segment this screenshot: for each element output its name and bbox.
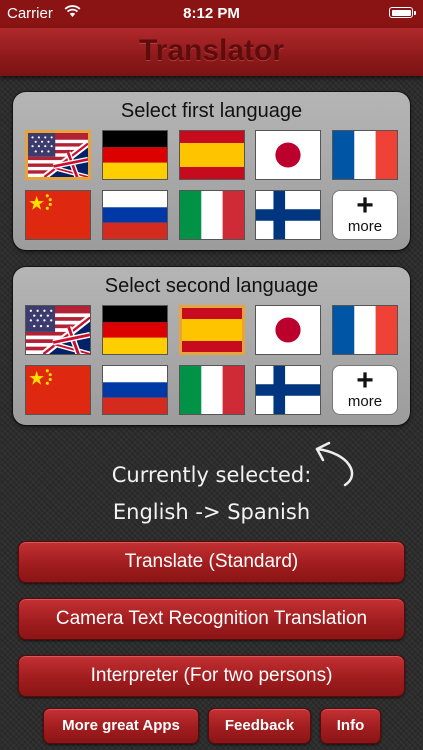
first-flag-japanese[interactable] (255, 130, 321, 180)
spanish-flag-icon (182, 308, 242, 352)
chinese-flag-icon (26, 191, 90, 239)
first-flag-french[interactable] (332, 130, 398, 180)
italian-flag-icon (180, 191, 244, 239)
first-flag-finnish[interactable] (255, 190, 321, 240)
more-apps-button[interactable]: More great Apps (43, 708, 199, 744)
first-language-title: Select first language (120, 100, 303, 122)
finnish-flag-icon (256, 191, 320, 239)
second-flag-russian[interactable] (102, 365, 168, 415)
second-more-languages-button[interactable]: + more (332, 365, 398, 415)
french-flag-icon (333, 306, 397, 354)
first-flag-spanish[interactable] (179, 130, 245, 180)
status-time: 8:12 PM (183, 5, 240, 22)
chinese-flag-icon (26, 366, 90, 414)
french-flag-icon (333, 131, 397, 179)
battery-icon (389, 7, 416, 18)
feedback-button[interactable]: Feedback (208, 708, 311, 744)
japanese-flag-icon (256, 306, 320, 354)
info-button[interactable]: Info (320, 708, 381, 744)
second-flag-german[interactable] (102, 305, 168, 355)
second-flag-french[interactable] (332, 305, 398, 355)
uk-us-flag-icon (26, 306, 90, 354)
second-flag-japanese[interactable] (255, 305, 321, 355)
status-bar: Carrier 8:12 PM (0, 0, 423, 28)
second-flag-english[interactable] (25, 305, 91, 355)
german-flag-icon (103, 131, 167, 179)
navigation-bar: Translator (0, 28, 423, 76)
interpreter-button[interactable]: Interpreter (For two persons) (18, 655, 405, 697)
first-more-languages-button[interactable]: + more (332, 190, 398, 240)
second-language-title: Select second language (104, 275, 319, 297)
spanish-flag-icon (180, 131, 244, 179)
first-flag-english[interactable] (25, 130, 91, 180)
plus-icon: + (356, 189, 374, 222)
first-language-panel: Select first language + more (13, 92, 410, 250)
second-flag-spanish[interactable] (179, 305, 245, 355)
translate-standard-button[interactable]: Translate (Standard) (18, 541, 405, 583)
first-flag-german[interactable] (102, 130, 168, 180)
more-label: more (347, 393, 383, 410)
first-flag-italian[interactable] (179, 190, 245, 240)
russian-flag-icon (103, 366, 167, 414)
more-label: more (347, 218, 383, 235)
second-flag-finnish[interactable] (255, 365, 321, 415)
second-language-panel: Select second language + more (13, 267, 410, 425)
german-flag-icon (103, 306, 167, 354)
japanese-flag-icon (256, 131, 320, 179)
russian-flag-icon (103, 191, 167, 239)
camera-translation-button[interactable]: Camera Text Recognition Translation (18, 598, 405, 640)
currently-selected-label: Currently selected: (111, 463, 312, 487)
second-flag-chinese[interactable] (25, 365, 91, 415)
plus-icon: + (356, 364, 374, 397)
first-flag-chinese[interactable] (25, 190, 91, 240)
uk-us-flag-icon (28, 133, 88, 177)
currently-selected-value: English -> Spanish (112, 500, 311, 524)
page-title: Translator (138, 34, 285, 67)
first-flag-russian[interactable] (102, 190, 168, 240)
second-flag-italian[interactable] (179, 365, 245, 415)
finnish-flag-icon (256, 366, 320, 414)
italian-flag-icon (180, 366, 244, 414)
